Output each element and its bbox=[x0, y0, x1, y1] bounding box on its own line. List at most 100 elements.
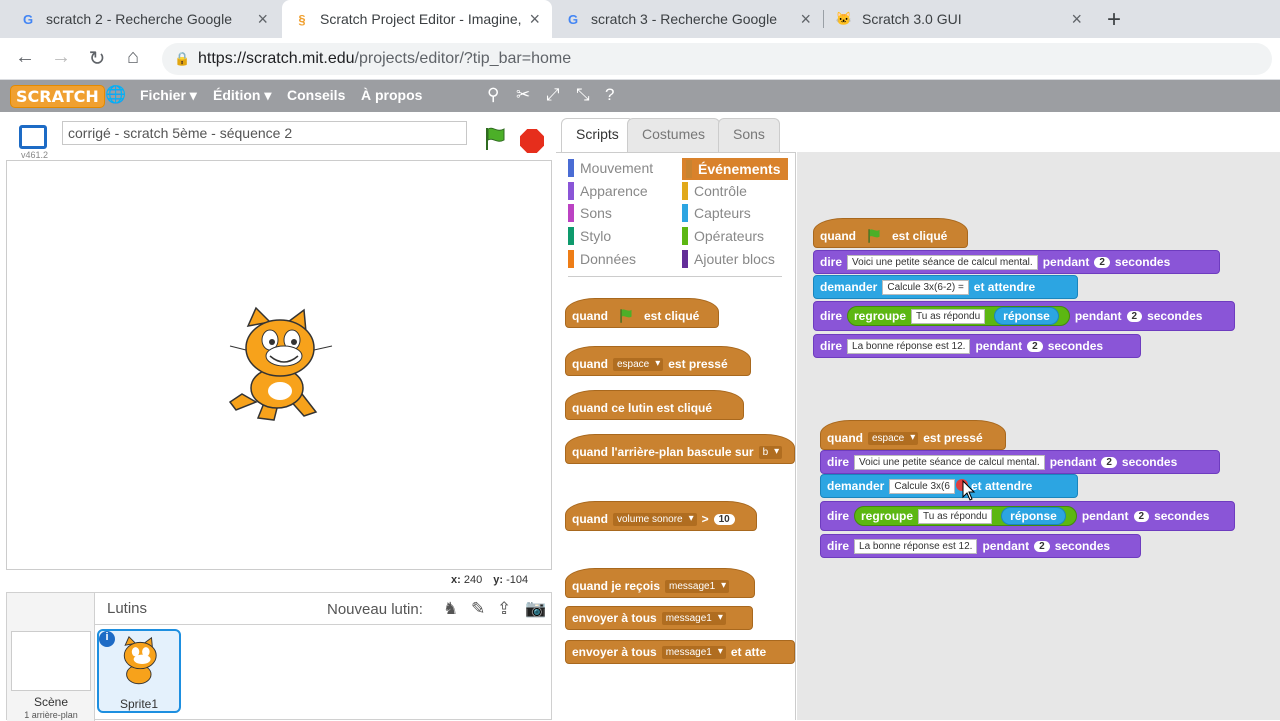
close-icon[interactable]: × bbox=[800, 9, 811, 30]
block-text: est cliqué bbox=[892, 229, 948, 243]
category-events[interactable]: Événements bbox=[682, 158, 789, 180]
cut-icon[interactable]: ✂ bbox=[516, 85, 530, 105]
question-input[interactable]: Calcule 3x(6-2) = bbox=[882, 279, 969, 295]
block-say-for-secs[interactable]: dire Voici une petite séance de calcul m… bbox=[813, 250, 1220, 274]
scratch-logo[interactable]: SCRATCH bbox=[10, 85, 105, 108]
block-text: quand bbox=[820, 229, 856, 243]
secs-input[interactable]: 2 bbox=[1133, 510, 1150, 522]
message-dropdown[interactable]: message1 bbox=[661, 611, 726, 625]
secs-input[interactable]: 2 bbox=[1034, 540, 1050, 552]
block-say-for-secs[interactable]: dire La bonne réponse est 12. pendant 2 … bbox=[813, 334, 1141, 358]
reload-icon[interactable]: ↻ bbox=[84, 46, 110, 71]
block-text: secondes bbox=[1121, 455, 1178, 469]
answer-reporter[interactable]: réponse bbox=[994, 307, 1059, 325]
category-pen[interactable]: Stylo bbox=[568, 227, 611, 245]
block-when-flag-clicked[interactable]: quand est cliqué bbox=[813, 218, 968, 248]
block-when-loudness[interactable]: quand volume sonore > 10 bbox=[565, 501, 757, 531]
category-control[interactable]: Contrôle bbox=[682, 182, 747, 200]
category-data[interactable]: Données bbox=[568, 250, 636, 268]
back-arrow-icon[interactable]: ← bbox=[12, 46, 38, 69]
sensor-dropdown[interactable]: volume sonore bbox=[613, 512, 697, 526]
category-label: Apparence bbox=[580, 183, 648, 199]
block-ask-and-wait[interactable]: demander Calcule 3x(6 = et attendre bbox=[820, 474, 1078, 498]
message-dropdown[interactable]: message1 bbox=[661, 645, 726, 659]
block-say-for-secs[interactable]: dire La bonne réponse est 12. pendant 2 … bbox=[820, 534, 1141, 558]
question-input[interactable]: Calcule 3x(6 bbox=[889, 478, 955, 494]
new-tab-icon[interactable]: + bbox=[1107, 6, 1121, 34]
paint-brush-icon[interactable]: ✎ bbox=[471, 599, 485, 619]
scratch-cat-sprite[interactable] bbox=[222, 306, 337, 426]
block-broadcast-and-wait[interactable]: envoyer à tous message1 et atte bbox=[565, 640, 795, 664]
fullscreen-icon[interactable] bbox=[19, 125, 47, 149]
join-text-input[interactable]: Tu as répondu bbox=[918, 508, 993, 524]
close-icon[interactable]: × bbox=[1071, 9, 1082, 30]
block-ask-and-wait[interactable]: demander Calcule 3x(6-2) = et attendre bbox=[813, 275, 1078, 299]
close-icon[interactable]: × bbox=[529, 9, 540, 30]
block-when-key-pressed[interactable]: quand espace est pressé bbox=[565, 346, 751, 376]
menu-edit[interactable]: Édition ▾ bbox=[213, 87, 271, 104]
home-icon[interactable]: ⌂ bbox=[120, 46, 146, 69]
browser-tab-scratch-gui[interactable]: 🐱 Scratch 3.0 GUI × bbox=[824, 0, 1094, 38]
key-dropdown[interactable]: espace bbox=[868, 431, 919, 445]
block-join[interactable]: regroupe Tu as répondu réponse bbox=[854, 506, 1077, 526]
secs-input[interactable]: 2 bbox=[1094, 256, 1110, 268]
browser-tab-google-1[interactable]: G scratch 2 - Recherche Google × bbox=[8, 0, 280, 38]
block-say-for-secs[interactable]: dire Voici une petite séance de calcul m… bbox=[820, 450, 1220, 474]
backdrop-dropdown[interactable]: b bbox=[758, 445, 783, 459]
key-dropdown[interactable]: espace bbox=[613, 357, 664, 371]
block-text: secondes bbox=[1154, 509, 1210, 523]
category-more-blocks[interactable]: Ajouter blocs bbox=[682, 250, 775, 268]
block-when-sprite-clicked[interactable]: quand ce lutin est cliqué bbox=[565, 390, 744, 420]
grow-icon[interactable]: ⤢ bbox=[546, 85, 560, 105]
close-icon[interactable]: × bbox=[257, 9, 268, 30]
camera-icon[interactable]: 📷 bbox=[525, 599, 546, 619]
say-text-input[interactable]: La bonne réponse est 12. bbox=[854, 538, 978, 554]
category-operators[interactable]: Opérateurs bbox=[682, 227, 764, 245]
address-bar[interactable]: 🔒 https://scratch.mit.edu/projects/edito… bbox=[162, 43, 1272, 75]
message-dropdown[interactable]: message1 bbox=[665, 579, 730, 593]
block-say-join[interactable]: dire regroupe Tu as répondu réponse pend… bbox=[813, 301, 1235, 331]
answer-reporter[interactable]: réponse bbox=[1001, 507, 1066, 525]
menu-file[interactable]: Fichier ▾ bbox=[140, 87, 197, 104]
category-label: Événements bbox=[698, 161, 781, 177]
block-join[interactable]: regroupe Tu as répondu réponse bbox=[847, 306, 1070, 326]
menu-tips[interactable]: Conseils bbox=[287, 87, 345, 103]
project-title-input[interactable]: corrigé - scratch 5ème - séquence 2 bbox=[62, 121, 467, 145]
join-text-input[interactable]: Tu as répondu bbox=[911, 308, 986, 324]
say-text-input[interactable]: Voici une petite séance de calcul mental… bbox=[847, 254, 1038, 270]
help-icon[interactable]: ? bbox=[605, 85, 614, 105]
category-motion[interactable]: Mouvement bbox=[568, 159, 653, 177]
tab-scripts[interactable]: Scripts bbox=[561, 118, 634, 152]
globe-icon[interactable]: 🌐 bbox=[105, 85, 126, 105]
duplicate-icon[interactable]: ⚲ bbox=[487, 85, 499, 105]
threshold-input[interactable]: 10 bbox=[713, 513, 735, 525]
block-when-flag-clicked[interactable]: quand est cliqué bbox=[565, 298, 719, 328]
secs-input[interactable]: 2 bbox=[1101, 456, 1117, 468]
forward-arrow-icon[interactable]: → bbox=[48, 46, 74, 69]
category-sensing[interactable]: Capteurs bbox=[682, 204, 751, 222]
browser-tab-scratch-editor[interactable]: § Scratch Project Editor - Imagine, × bbox=[282, 0, 552, 38]
block-say-join[interactable]: dire regroupe Tu as répondu réponse pend… bbox=[820, 501, 1235, 531]
block-when-backdrop-switches[interactable]: quand l'arrière-plan bascule sur b bbox=[565, 434, 795, 464]
say-text-input[interactable]: Voici une petite séance de calcul mental… bbox=[854, 454, 1045, 470]
stage-canvas[interactable] bbox=[6, 160, 552, 570]
sprite-thumbnail[interactable]: i Sprite1 bbox=[97, 629, 181, 713]
green-flag-icon[interactable] bbox=[483, 126, 507, 152]
upload-icon[interactable]: ⇪ bbox=[497, 599, 511, 619]
browser-tab-google-3[interactable]: G scratch 3 - Recherche Google × bbox=[553, 0, 823, 38]
sprites-title: Lutins bbox=[107, 600, 148, 617]
category-looks[interactable]: Apparence bbox=[568, 182, 648, 200]
tab-sounds[interactable]: Sons bbox=[718, 118, 780, 152]
block-broadcast[interactable]: envoyer à tous message1 bbox=[565, 606, 753, 630]
say-text-input[interactable]: La bonne réponse est 12. bbox=[847, 338, 971, 354]
secs-input[interactable]: 2 bbox=[1027, 340, 1043, 352]
shrink-icon[interactable]: ⤡ bbox=[576, 85, 590, 105]
menu-about[interactable]: À propos bbox=[361, 87, 422, 103]
choose-sprite-icon[interactable]: ♞ bbox=[443, 599, 458, 619]
secs-input[interactable]: 2 bbox=[1126, 310, 1143, 322]
tab-costumes[interactable]: Costumes bbox=[627, 118, 721, 152]
block-when-i-receive[interactable]: quand je reçois message1 bbox=[565, 568, 755, 598]
category-sound[interactable]: Sons bbox=[568, 204, 612, 222]
stage-thumbnail[interactable] bbox=[11, 631, 91, 691]
block-when-key-pressed[interactable]: quand espace est pressé bbox=[820, 420, 1006, 450]
